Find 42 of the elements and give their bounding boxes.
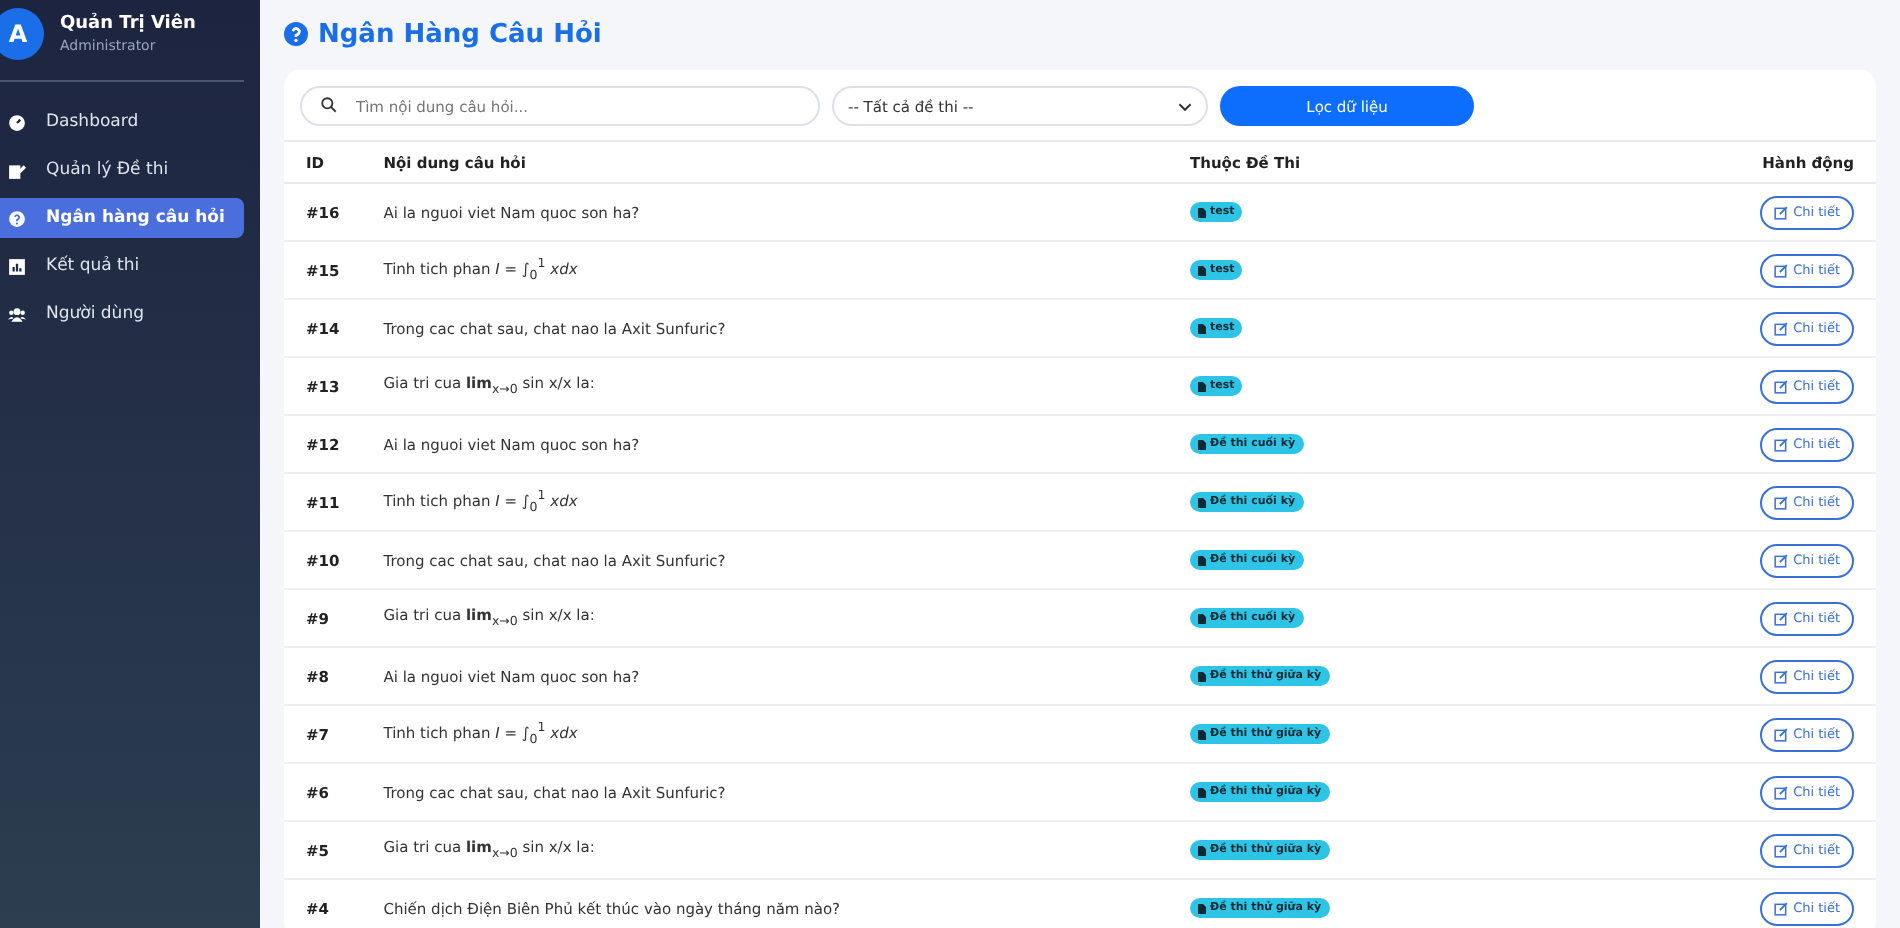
file-icon: [1198, 497, 1206, 507]
edit-icon: [1773, 205, 1788, 219]
edit-icon: [1773, 263, 1788, 277]
sidebar-item[interactable]: Quản lý Đề thi: [0, 150, 244, 190]
question-icon: [8, 209, 26, 227]
chevron-down-icon: [1178, 101, 1192, 111]
question-icon: [284, 22, 308, 46]
edit-icon: [1773, 553, 1788, 567]
search-icon: [320, 96, 338, 114]
edit-icon: [1773, 379, 1788, 393]
sidebar-item[interactable]: Ngân hàng câu hỏi: [0, 198, 244, 238]
edit-icon: [1773, 727, 1788, 741]
sidebar-item[interactable]: Người dùng: [0, 294, 244, 334]
users-icon: [8, 305, 26, 323]
edit-icon: [1773, 611, 1788, 625]
file-icon: [1198, 903, 1206, 913]
file-icon: [1198, 729, 1206, 739]
file-icon: [1198, 265, 1206, 275]
page-title: Ngân Hàng Câu Hỏi: [318, 19, 602, 49]
gauge-icon: [8, 113, 26, 131]
edit-icon: [1773, 785, 1788, 799]
file-icon: [1198, 845, 1206, 855]
edit-icon: [1773, 669, 1788, 683]
file-icon: [1198, 671, 1206, 681]
avatar: A: [0, 8, 44, 60]
edit-icon: [1773, 495, 1788, 509]
edit-icon: [8, 161, 26, 179]
edit-icon: [1773, 437, 1788, 451]
file-icon: [1198, 439, 1206, 449]
file-icon: [1198, 787, 1206, 797]
file-icon: [1198, 323, 1206, 333]
chart-icon: [8, 257, 26, 275]
file-icon: [1198, 381, 1206, 391]
sidebar-item[interactable]: Dashboard: [0, 102, 244, 142]
edit-icon: [1773, 843, 1788, 857]
edit-icon: [1773, 321, 1788, 335]
user-name: Quản Trị Viên: [60, 14, 196, 34]
edit-icon: [1773, 901, 1788, 915]
file-icon: [1198, 207, 1206, 217]
file-icon: [1198, 555, 1206, 565]
sidebar-item[interactable]: Kết quả thi: [0, 246, 244, 286]
file-icon: [1198, 613, 1206, 623]
